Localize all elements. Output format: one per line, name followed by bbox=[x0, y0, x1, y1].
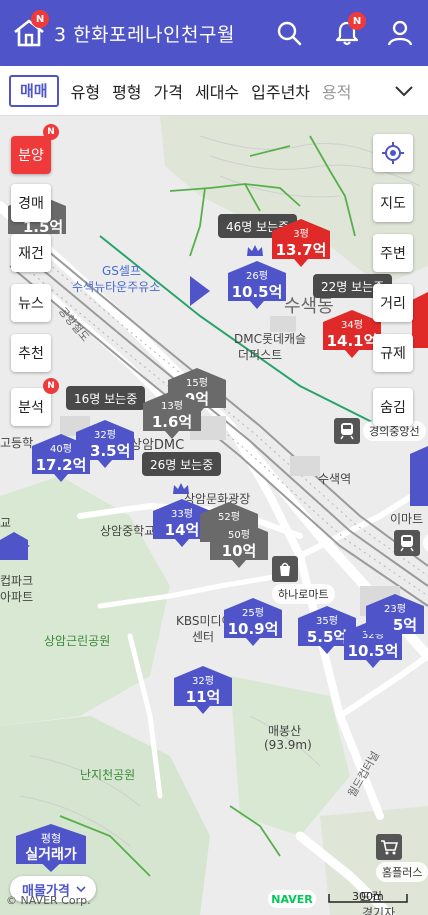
poi-hanaro-mart[interactable]: 하나로마트 bbox=[272, 556, 335, 604]
train-icon bbox=[394, 530, 420, 556]
map-label-park-apt-2: 아파트 bbox=[0, 590, 34, 604]
poi-label: 홈플러스 bbox=[376, 862, 428, 882]
shopping-cart-icon bbox=[376, 834, 402, 860]
apartment-marker[interactable]: 3평 13.7억 bbox=[272, 219, 330, 267]
home-new-badge: N bbox=[31, 10, 49, 28]
chevron-down-icon bbox=[76, 886, 86, 893]
filter-households[interactable]: 세대수 bbox=[195, 79, 239, 103]
redevelopment-button[interactable]: 재건 bbox=[11, 234, 51, 272]
viewer-count-tooltip: 26명 보는중 bbox=[142, 452, 222, 476]
page-title[interactable]: 3 한화포레나인천구월 bbox=[54, 20, 235, 47]
naver-logo: NAVER bbox=[268, 890, 316, 908]
home-button[interactable]: N bbox=[12, 10, 49, 48]
nearby-button[interactable]: 주변 bbox=[373, 234, 413, 272]
map-label-maebongsan: 매봉산 bbox=[268, 724, 302, 738]
map-label-gas-station-name: 수색뉴타운주유소 bbox=[72, 280, 161, 294]
crown-icon bbox=[173, 483, 189, 494]
train-icon bbox=[334, 418, 360, 444]
presale-new-badge: N bbox=[43, 124, 59, 140]
map-label-park-apt: 컵파크 bbox=[0, 574, 34, 588]
analysis-new-badge: N bbox=[43, 378, 59, 394]
map-scale: 300m bbox=[328, 890, 408, 909]
map-copyright: © NAVER Corp. bbox=[6, 894, 91, 907]
apartment-marker[interactable]: 25평 10.9억 bbox=[224, 598, 282, 646]
auction-button[interactable]: 경매 bbox=[11, 184, 51, 222]
map-view[interactable]: GS셀프 수색뉴타운주유소 DMC롯데캐슬 더퍼스트 수색동 상암DMC 상암문… bbox=[0, 116, 428, 915]
viewer-count-tooltip: 16명 보는중 bbox=[66, 386, 146, 410]
map-label-gas-station: GS셀프 bbox=[102, 264, 141, 278]
apartment-marker[interactable]: 23평 5억 bbox=[366, 594, 424, 642]
presale-button[interactable]: 분양 bbox=[11, 136, 51, 174]
apartment-marker[interactable]: 40평 17.2억 bbox=[32, 434, 90, 482]
map-label-sangam-park: 상암근린공원 bbox=[44, 634, 111, 648]
apartment-marker-edge[interactable] bbox=[412, 292, 428, 348]
actual-transaction-marker[interactable]: 평형 실거래가 bbox=[16, 824, 86, 872]
map-label-maebongsan-alt: (93.9m) bbox=[264, 738, 312, 752]
app-header: N 3 한화포레나인천구월 N bbox=[0, 0, 428, 66]
apartment-marker[interactable]: 26평 10.5억 bbox=[228, 261, 286, 309]
regulation-button[interactable]: 규제 bbox=[373, 334, 413, 372]
recommend-button[interactable]: 추천 bbox=[11, 334, 51, 372]
notification-new-badge: N bbox=[348, 12, 366, 30]
map-label-nanji-park: 난지천공원 bbox=[80, 768, 136, 782]
poi-airport-line[interactable]: 공항 bbox=[394, 530, 428, 556]
filter-bar: 매매 유형 평형 가격 세대수 입주년차 용적 bbox=[0, 66, 428, 116]
news-button[interactable]: 뉴스 bbox=[11, 284, 51, 322]
poi-label: 공항 bbox=[423, 533, 428, 553]
search-icon[interactable] bbox=[276, 20, 302, 46]
apartment-marker-edge[interactable] bbox=[0, 532, 28, 566]
map-label-emart: 이마트 bbox=[390, 512, 424, 526]
my-location-button[interactable] bbox=[373, 134, 413, 172]
map-label-dmc-lotte-2: 더퍼스트 bbox=[238, 348, 283, 362]
map-label-high-school: 고등학 bbox=[0, 436, 34, 450]
notification-button[interactable]: N bbox=[334, 12, 366, 46]
filter-trade-type[interactable]: 매매 bbox=[9, 74, 59, 107]
apartment-marker[interactable]: 32평 11억 bbox=[174, 666, 232, 714]
location-target-icon bbox=[382, 142, 404, 164]
map-label-dmc-lotte: DMC롯데캐슬 bbox=[234, 332, 307, 346]
distance-button[interactable]: 거리 bbox=[373, 284, 413, 322]
map-type-button[interactable]: 지도 bbox=[373, 184, 413, 222]
filter-price[interactable]: 가격 bbox=[154, 79, 183, 103]
map-label-kbs-2: 센터 bbox=[192, 630, 215, 644]
crown-icon bbox=[247, 245, 263, 256]
map-label-susaek-station: 수색역 bbox=[318, 472, 352, 486]
filter-move-in-year[interactable]: 입주년차 bbox=[251, 79, 310, 103]
hide-button[interactable]: 숨김 bbox=[373, 388, 413, 426]
filter-type[interactable]: 유형 bbox=[71, 79, 100, 103]
filter-size[interactable]: 평형 bbox=[112, 79, 141, 103]
filter-floor-area-ratio[interactable]: 용적 bbox=[322, 79, 351, 103]
map-label-sangam-middle: 상암중학교 bbox=[100, 524, 156, 538]
analysis-button[interactable]: 분석 bbox=[11, 388, 51, 426]
apartment-marker[interactable]: 13평 1.6억 bbox=[143, 391, 201, 439]
user-icon[interactable] bbox=[387, 20, 413, 46]
apartment-marker[interactable]: 50평 10억 bbox=[210, 520, 268, 568]
apartment-marker-edge[interactable] bbox=[410, 446, 428, 506]
map-label-school: 교 bbox=[0, 516, 12, 530]
chevron-down-icon[interactable] bbox=[394, 81, 414, 101]
poi-homeplus[interactable]: 홈플러스 bbox=[376, 834, 428, 882]
shopping-bag-icon bbox=[272, 556, 298, 582]
